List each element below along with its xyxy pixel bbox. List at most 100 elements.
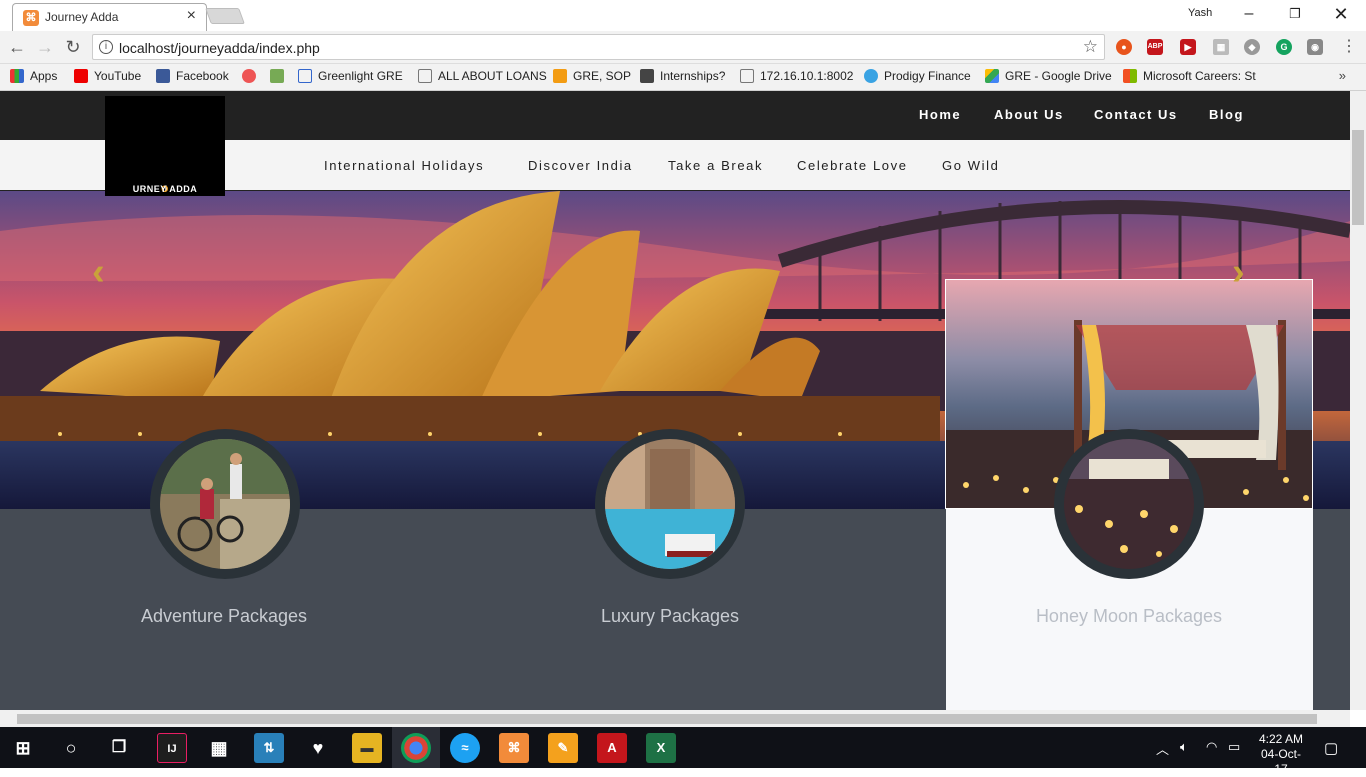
honeymoon-packages-title[interactable]: Honey Moon Packages [979, 606, 1279, 627]
wifi-app-icon[interactable]: ≈ [450, 733, 480, 763]
browser-tabstrip: ⌘ Journey Adda × Yash – ❐ ✕ [0, 0, 1366, 31]
bookmark-microsoft-careers[interactable]: Microsoft Careers: St [1123, 69, 1260, 87]
adventure-package-image[interactable] [150, 429, 300, 579]
flag-icon [640, 69, 654, 83]
nav-contact-us[interactable]: Contact Us [1094, 107, 1178, 122]
iheartradio-icon[interactable]: ♥ [303, 733, 333, 763]
prodigy-icon [864, 69, 878, 83]
address-bar[interactable]: i localhost/journeyadda/index.php ☆ [92, 34, 1105, 60]
extension-fire-icon[interactable]: ● [1116, 39, 1132, 55]
vertical-scroll-thumb[interactable] [1352, 130, 1364, 225]
reload-icon[interactable]: ↻ [62, 36, 84, 58]
adblock-icon[interactable]: ABP [1147, 39, 1163, 55]
grammarly-icon[interactable]: G [1276, 39, 1292, 55]
system-clock[interactable]: 4:22 AM 04-Oct-17 [1255, 732, 1307, 777]
forward-icon[interactable]: → [34, 36, 56, 58]
extension-shield-icon[interactable]: ◆ [1244, 39, 1260, 55]
luxury-packages-title[interactable]: Luxury Packages [520, 606, 820, 627]
bookmark-label: Prodigy Finance [884, 69, 971, 83]
nav-go-wild[interactable]: Go Wild [942, 158, 999, 173]
nav-about-us[interactable]: About Us [994, 107, 1064, 122]
google-drive-icon [985, 69, 999, 83]
profile-name[interactable]: Yash [1188, 7, 1212, 19]
nav-blog[interactable]: Blog [1209, 107, 1244, 122]
bookmark-internships[interactable]: Internships? [640, 69, 725, 87]
tab-title: Journey Adda [45, 10, 119, 24]
task-view-icon[interactable]: ❐ [104, 733, 134, 763]
bookmark-apps[interactable]: Apps [10, 69, 57, 87]
bookmark-greenlight-gre[interactable]: Greenlight GRE [298, 69, 403, 87]
page-viewport: Home About Us Contact Us Blog Internatio… [0, 91, 1350, 710]
bookmark-label: GRE, SOP [573, 69, 632, 83]
document-icon [740, 69, 754, 83]
nav-discover-india[interactable]: Discover India [528, 158, 633, 173]
carousel-next-icon[interactable]: › [1232, 251, 1245, 294]
bookmark-label: Internships? [660, 69, 726, 83]
close-window-icon[interactable]: ✕ [1318, 2, 1364, 28]
bookmark-icon-only-1[interactable] [242, 69, 262, 87]
bookmark-prodigy-finance[interactable]: Prodigy Finance [864, 69, 971, 87]
file-explorer-icon[interactable]: ▬ [352, 733, 382, 763]
java-app-icon[interactable]: ✎ [548, 733, 578, 763]
xampp-icon[interactable]: ⌘ [499, 733, 529, 763]
menu-icon[interactable]: ⋮ [1338, 36, 1360, 58]
sync-app-icon[interactable]: ⇅ [254, 733, 284, 763]
excel-icon[interactable]: X [646, 733, 676, 763]
bookmark-facebook[interactable]: Facebook [156, 69, 229, 87]
camera-icon[interactable]: ◉ [1307, 39, 1323, 55]
adventure-packages-title[interactable]: Adventure Packages [74, 606, 374, 627]
luxury-package-image[interactable] [595, 429, 745, 579]
facebook-icon [156, 69, 170, 83]
bookmark-youtube[interactable]: YouTube [74, 69, 141, 87]
carousel-prev-icon[interactable]: ‹ [92, 251, 105, 294]
bookmark-ip-address[interactable]: 172.16.10.1:8002 [740, 69, 853, 87]
bookmark-label: YouTube [94, 69, 142, 83]
minimize-icon[interactable]: – [1226, 2, 1272, 28]
nav-home[interactable]: Home [919, 107, 961, 122]
microsoft-icon [1123, 69, 1137, 83]
bookmark-google-drive[interactable]: GRE - Google Drive [985, 69, 1112, 87]
store-icon[interactable]: ▦ [204, 733, 234, 763]
bookmark-label: ALL ABOUT LOANS [438, 69, 547, 83]
info-icon[interactable]: i [99, 40, 113, 54]
tray-chevron-icon[interactable]: ︿ [1156, 739, 1169, 758]
venice-canal-photo [605, 439, 735, 569]
bookmark-label: GRE - Google Drive [1005, 69, 1112, 83]
bookmark-label: Facebook [176, 69, 229, 83]
nav-international-holidays[interactable]: International Holidays [324, 158, 484, 173]
browser-tab[interactable]: ⌘ Journey Adda × [12, 3, 207, 31]
nav-celebrate-love[interactable]: Celebrate Love [797, 158, 908, 173]
youtube-icon [74, 69, 88, 83]
bookmark-all-about-loans[interactable]: ALL ABOUT LOANS [418, 69, 547, 87]
volume-icon[interactable]: 🔈︎ [1180, 739, 1188, 755]
horizontal-scroll-thumb[interactable] [17, 714, 1317, 724]
honeymoon-package-image[interactable] [1054, 429, 1204, 579]
search-circle-icon[interactable]: ○ [56, 733, 86, 763]
site-logo[interactable]: J O URNEY ADDA [105, 96, 225, 196]
apps-grid-icon [10, 69, 24, 83]
battery-icon[interactable]: ▭ [1228, 739, 1240, 755]
acrobat-icon[interactable]: A [597, 733, 627, 763]
candles-photo [1064, 439, 1194, 569]
intellij-icon[interactable]: IJ [157, 733, 187, 763]
more-bookmarks-icon[interactable]: » [1339, 68, 1346, 83]
extension-red-icon[interactable]: ▶ [1180, 39, 1196, 55]
back-icon[interactable]: ← [6, 36, 28, 58]
extension-grey-icon[interactable]: ▦ [1213, 39, 1229, 55]
windows-start-icon[interactable]: ⊞ [8, 733, 38, 763]
bookmark-label: Microsoft Careers: St [1143, 69, 1256, 83]
bookmark-star-icon[interactable]: ☆ [1083, 37, 1098, 57]
bookmark-gre-sop[interactable]: GRE, SOP [553, 69, 631, 87]
notification-icon[interactable]: ▢ [1324, 739, 1338, 757]
chrome-icon[interactable] [401, 733, 431, 763]
bookmarks-bar: Apps YouTube Facebook Greenlight GRE ALL… [0, 64, 1366, 91]
close-tab-icon[interactable]: × [187, 7, 196, 25]
url-text[interactable]: localhost/journeyadda/index.php [119, 40, 320, 56]
wifi-icon[interactable]: ◠ [1206, 739, 1217, 755]
bookmark-icon-only-2[interactable] [270, 69, 290, 87]
new-tab-button[interactable] [205, 8, 245, 24]
nav-take-a-break[interactable]: Take a Break [668, 158, 763, 173]
restore-icon[interactable]: ❐ [1272, 2, 1318, 28]
bookmark-label: Greenlight GRE [318, 69, 403, 83]
owl-icon [270, 69, 284, 83]
